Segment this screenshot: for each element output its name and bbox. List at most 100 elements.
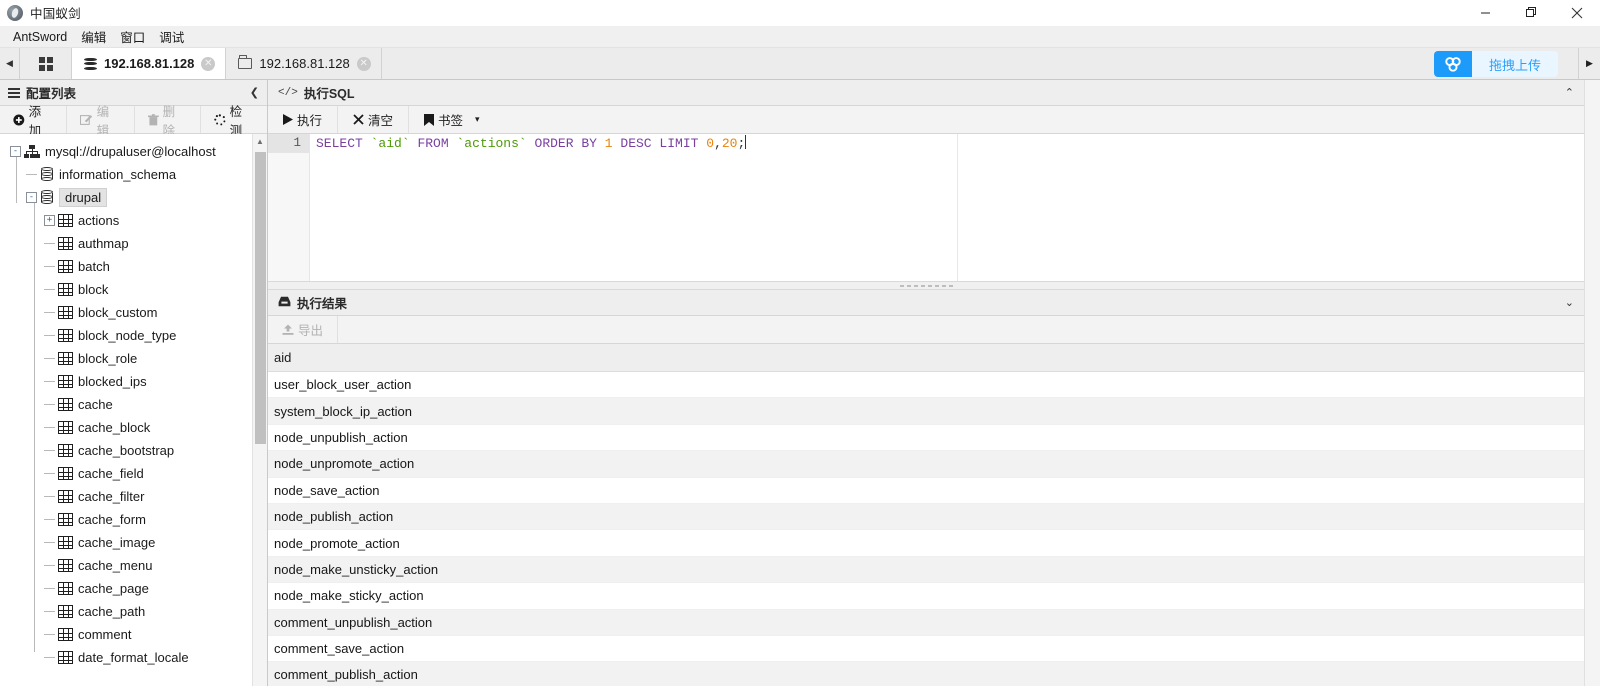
cell-aid: comment_unpublish_action [274, 614, 433, 630]
sql-token: LIMIT [659, 136, 699, 151]
tree-node-table-15[interactable]: cache_menu [0, 554, 267, 577]
minimize-icon[interactable] [1462, 0, 1508, 26]
chevron-up-icon[interactable]: ⌃ [1565, 86, 1574, 99]
table-row[interactable]: node_make_sticky_action [268, 583, 1584, 610]
panel-splitter[interactable] [268, 281, 1584, 290]
detect-button[interactable]: 检测 [201, 105, 267, 138]
clear-button[interactable]: 清空 [338, 106, 410, 133]
cloud-upload-icon [1433, 51, 1472, 77]
chevron-right-icon[interactable]: ▶ [1578, 48, 1600, 79]
restore-icon[interactable] [1508, 0, 1554, 26]
close-icon[interactable]: ✕ [356, 56, 371, 71]
sql-query-line[interactable]: SELECT `aid` FROM `actions` ORDER BY 1 D… [310, 134, 1584, 153]
tree-node-table-4[interactable]: block_custom [0, 301, 267, 324]
table-row[interactable]: node_publish_action [268, 503, 1584, 531]
tabbar: ◀ 192.168.81.128 ✕ 192.168.81.128 ✕ 拖拽上传… [0, 48, 1600, 80]
add-button[interactable]: 添加 [0, 105, 67, 138]
tree-node-table-2[interactable]: batch [0, 255, 267, 278]
tab-files-192-168-81-128[interactable]: 192.168.81.128 ✕ [226, 48, 382, 79]
export-button[interactable]: 导出 [268, 316, 339, 343]
editor-code-area[interactable]: SELECT `aid` FROM `actions` ORDER BY 1 D… [310, 134, 1584, 281]
table-row[interactable]: node_make_unsticky_action [268, 556, 1584, 584]
triangle-up-icon[interactable]: ▲ [253, 134, 267, 148]
sql-editor[interactable]: 1 SELECT `aid` FROM `actions` ORDER BY 1… [268, 134, 1584, 281]
tree-node-table-6[interactable]: block_role [0, 347, 267, 370]
tree-node-table-18[interactable]: comment [0, 623, 267, 646]
tab-database-192-168-81-128[interactable]: 192.168.81.128 ✕ [72, 48, 227, 79]
execute-button-label: 执行 [297, 114, 323, 128]
tree-elbow [44, 243, 55, 244]
menu-item-edit[interactable]: 编辑 [74, 25, 113, 48]
window-title: 中国蚁剑 [30, 7, 81, 21]
collapse-toggle-icon[interactable]: - [10, 146, 21, 157]
tree-node-table-3[interactable]: block [0, 278, 267, 301]
table-row[interactable]: node_unpublish_action [268, 425, 1584, 452]
chevron-down-icon[interactable]: ▾ [475, 114, 480, 125]
tree-node-table-5[interactable]: block_node_type [0, 324, 267, 347]
connection-tree: - mysql://drupaluser@localhost information… [0, 134, 267, 669]
tree-node-label: authmap [78, 236, 129, 251]
edit-button[interactable]: 编辑 [67, 105, 135, 138]
table-row[interactable]: node_promote_action [268, 530, 1584, 557]
expand-toggle-icon[interactable]: + [44, 215, 55, 226]
sidebar-scrollbar[interactable]: ▲ [252, 134, 267, 686]
sql-token: 1 [604, 136, 613, 151]
table-row[interactable]: user_block_user_action [268, 372, 1584, 399]
table-icon [58, 398, 73, 411]
list-icon [8, 87, 20, 98]
right-rail [1584, 80, 1600, 686]
drag-upload-button[interactable]: 拖拽上传 [1433, 51, 1558, 77]
table-row[interactable]: node_save_action [268, 478, 1584, 504]
database-icon [84, 57, 97, 71]
close-icon[interactable] [1554, 0, 1600, 26]
tree-node-table-17[interactable]: cache_path [0, 600, 267, 623]
tree-node-table-7[interactable]: blocked_ips [0, 370, 267, 393]
table-icon [58, 467, 73, 480]
tree-node-database-1[interactable]: - drupal [0, 186, 267, 209]
antsword-logo-icon [7, 4, 23, 21]
chevron-left-icon[interactable]: ❮ [250, 86, 259, 99]
tree-node-table-16[interactable]: cache_page [0, 577, 267, 600]
tree-node-table-12[interactable]: cache_filter [0, 485, 267, 508]
sql-panel: </> 执行SQL ⌃ 执行 清空 书签 ▾ 1 SELECT `aid` FR… [268, 80, 1584, 281]
tab-label: 192.168.81.128 [259, 56, 350, 71]
tree-node-table-0[interactable]: + actions [0, 209, 267, 232]
execute-button[interactable]: 执行 [268, 106, 339, 133]
collapse-toggle-icon[interactable]: - [26, 192, 37, 203]
tree-node-label: batch [78, 259, 110, 274]
table-row[interactable]: system_block_ip_action [268, 398, 1584, 425]
menu-item-debug[interactable]: 调试 [152, 25, 191, 48]
tree-node-database-0[interactable]: information_schema [0, 163, 267, 186]
tree-node-table-13[interactable]: cache_form [0, 508, 267, 531]
menu-item-antsword[interactable]: AntSword [6, 28, 74, 46]
table-row[interactable]: comment_save_action [268, 636, 1584, 663]
sidebar: 配置列表 ❮ 添加 编辑 删除 检测 - mysql://drupaluser@… [0, 80, 268, 686]
bookmark-button[interactable]: 书签 ▾ [409, 106, 495, 133]
sql-toolbar: 执行 清空 书签 ▾ [268, 106, 1584, 134]
database-cylinder-icon [40, 190, 54, 205]
tree-node-table-10[interactable]: cache_bootstrap [0, 439, 267, 462]
tree-node-connection[interactable]: - mysql://drupaluser@localhost [0, 140, 267, 163]
table-row[interactable]: comment_publish_action [268, 662, 1584, 686]
menu-item-window[interactable]: 窗口 [113, 25, 152, 48]
tree-elbow [44, 427, 55, 428]
table-icon [58, 628, 73, 641]
tree-node-table-11[interactable]: cache_field [0, 462, 267, 485]
tree-node-table-14[interactable]: cache_image [0, 531, 267, 554]
cell-aid: user_block_user_action [274, 377, 412, 393]
tree-node-table-9[interactable]: cache_block [0, 416, 267, 439]
chevron-down-icon[interactable]: ⌄ [1565, 296, 1574, 309]
table-icon [58, 283, 73, 296]
delete-button[interactable]: 删除 [135, 105, 201, 138]
chevron-left-icon[interactable]: ◀ [0, 48, 20, 79]
tree-node-table-1[interactable]: authmap [0, 232, 267, 255]
table-row[interactable]: node_unpromote_action [268, 451, 1584, 478]
close-icon[interactable]: ✕ [201, 56, 216, 71]
grid-apps-icon[interactable] [20, 48, 72, 79]
sql-token: BY [581, 136, 597, 151]
table-row[interactable]: comment_unpublish_action [268, 609, 1584, 636]
tree-node-table-19[interactable]: date_format_locale [0, 646, 267, 669]
tree-node-table-8[interactable]: cache [0, 393, 267, 416]
scrollbar-thumb[interactable] [255, 152, 266, 444]
